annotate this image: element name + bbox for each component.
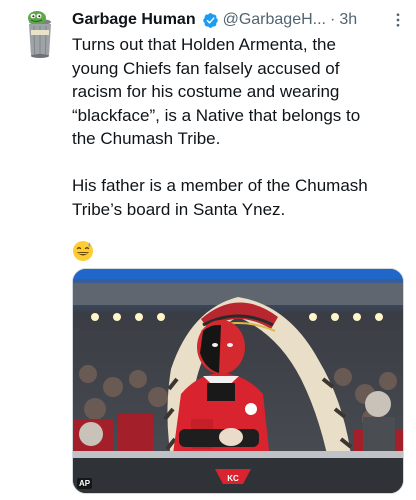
author-name[interactable]: Garbage Human: [72, 11, 196, 29]
media-credit-badge: AP: [77, 478, 93, 489]
oscar-trash-can-avatar-icon: [28, 11, 51, 58]
author-handle[interactable]: @GarbageH...: [223, 11, 326, 29]
tweet-text: Turns out that Holden Armenta, the young…: [72, 33, 407, 221]
sweat-smile-emoji-icon: [72, 240, 94, 262]
tweet-paragraph-2: His father is a member of the Chumash Tr…: [72, 176, 368, 219]
verified-badge-icon[interactable]: [202, 12, 219, 29]
tweet-paragraph-1: Turns out that Holden Armenta, the young…: [72, 35, 361, 148]
svg-text:KC: KC: [227, 474, 239, 483]
tweet-timestamp[interactable]: 3h: [339, 11, 357, 29]
tweet-media-photo[interactable]: KC AP: [72, 268, 404, 494]
tweet-header: Garbage Human @GarbageH... · 3h: [72, 9, 357, 31]
more-options-icon[interactable]: [388, 10, 408, 30]
photo-young-fan-headdress: KC: [73, 269, 403, 493]
author-avatar[interactable]: [22, 10, 58, 62]
tweet-card[interactable]: Garbage Human @GarbageH... · 3h Turns ou…: [0, 0, 416, 500]
separator-dot: ·: [330, 11, 336, 28]
